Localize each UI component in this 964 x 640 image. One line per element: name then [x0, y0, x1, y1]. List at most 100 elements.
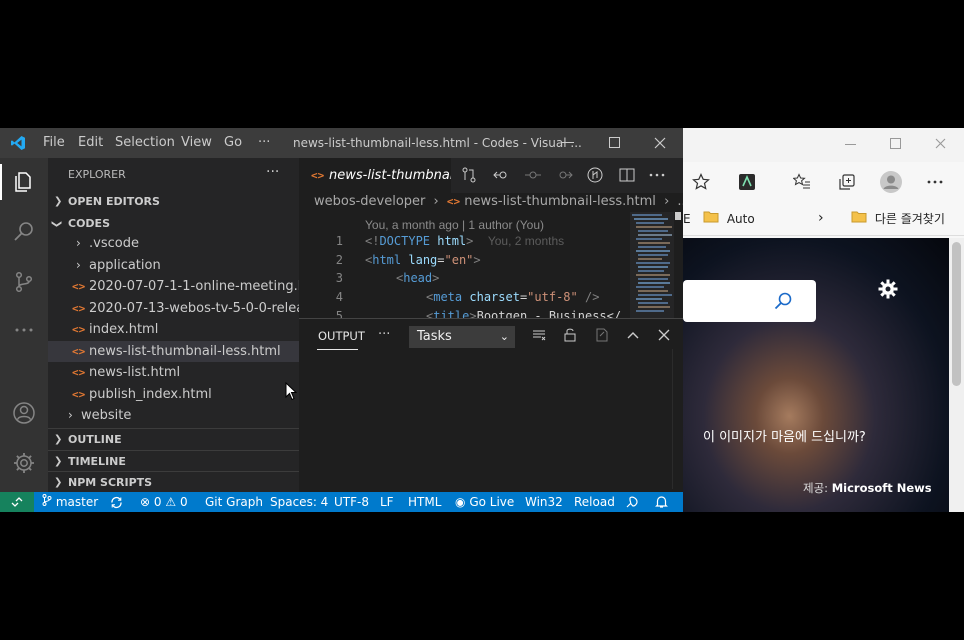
- html-file-icon: <>: [311, 169, 325, 182]
- collections-icon[interactable]: [838, 173, 856, 191]
- close-icon[interactable]: [654, 137, 666, 149]
- minimap[interactable]: [630, 212, 674, 318]
- settings-more-icon[interactable]: [927, 180, 943, 184]
- html-file-icon: <>: [72, 280, 86, 293]
- eol-status[interactable]: LF: [380, 492, 394, 512]
- remote-indicator[interactable]: [0, 492, 34, 512]
- tab-news-list-thumbnail-less[interactable]: <> news-list-thumbnail-less.html: [299, 158, 451, 193]
- edge-close-icon[interactable]: [935, 138, 946, 149]
- go-back-icon[interactable]: [492, 166, 510, 184]
- chevron-right-icon: ›: [433, 194, 439, 209]
- tree-folder-application[interactable]: › application: [48, 255, 299, 276]
- profile-avatar[interactable]: [879, 170, 903, 194]
- vscode-window: File Edit Selection View Go ··· news-lis…: [0, 128, 683, 512]
- tree-file-online-meeting[interactable]: <> 2020-07-07-1-1-online-meeting.html: [48, 276, 299, 297]
- html-file-icon: <>: [72, 388, 86, 401]
- go-live-button[interactable]: ◉ Go Live: [455, 492, 514, 512]
- page-settings-gear-icon[interactable]: [877, 278, 899, 300]
- tree-item-label: index.html: [89, 322, 159, 337]
- language-status[interactable]: HTML: [408, 492, 441, 512]
- feedback-icon[interactable]: [625, 495, 639, 509]
- section-outline[interactable]: ❯ OUTLINE: [48, 428, 299, 450]
- clear-output-icon[interactable]: [531, 327, 547, 343]
- platform-status[interactable]: Win32: [525, 492, 563, 512]
- reload-button[interactable]: Reload: [574, 492, 615, 512]
- edge-maximize-icon[interactable]: [890, 138, 901, 149]
- menu-view[interactable]: View: [181, 135, 212, 150]
- tree-file-news-list[interactable]: <> news-list.html: [48, 362, 299, 383]
- lock-icon[interactable]: [562, 327, 578, 343]
- section-open-editors[interactable]: ❯ OPEN EDITORS: [48, 191, 299, 213]
- extension-icon[interactable]: [738, 173, 756, 191]
- open-log-icon[interactable]: [594, 327, 610, 343]
- favorite-star-icon[interactable]: [692, 173, 710, 191]
- sync-icon[interactable]: [110, 496, 123, 509]
- favorite-auto[interactable]: Auto: [703, 210, 755, 226]
- tree-file-publish-index[interactable]: <> publish_index.html: [48, 384, 299, 405]
- tree-file-index[interactable]: <> index.html: [48, 319, 299, 340]
- source-control-icon[interactable]: [12, 270, 36, 294]
- open-changes-icon[interactable]: [460, 166, 478, 184]
- edge-minimize-icon[interactable]: [845, 144, 856, 146]
- git-graph-button[interactable]: Git Graph: [205, 492, 263, 512]
- indentation-status[interactable]: Spaces: 4: [270, 492, 328, 512]
- editor-scrollbar[interactable]: [674, 212, 683, 318]
- section-timeline[interactable]: ❯ TIMELINE: [48, 450, 299, 472]
- menu-selection[interactable]: Selection: [115, 135, 175, 150]
- split-editor-icon[interactable]: [618, 166, 636, 184]
- breadcrumb-folder[interactable]: webos-developer: [314, 194, 425, 209]
- git-lens-icon[interactable]: [586, 166, 604, 184]
- favorite-partial[interactable]: E: [683, 212, 691, 226]
- section-outline-label: OUTLINE: [68, 433, 122, 446]
- edge-scrollbar[interactable]: [949, 238, 964, 512]
- menu-edit[interactable]: Edit: [78, 135, 103, 150]
- go-forward-icon[interactable]: [556, 166, 574, 184]
- problems-status[interactable]: ⊗ 0 ⚠ 0: [140, 492, 188, 512]
- notifications-bell-icon[interactable]: [655, 495, 668, 509]
- chevron-right-icon: ›: [664, 194, 670, 209]
- search-icon[interactable]: [773, 291, 793, 311]
- chevron-up-icon[interactable]: [625, 327, 641, 343]
- explorer-more-button[interactable]: ···: [266, 164, 279, 180]
- section-codes[interactable]: ❯ CODES: [48, 213, 299, 235]
- chevron-right-icon: ❯: [54, 434, 63, 445]
- minimize-icon[interactable]: [562, 142, 574, 144]
- tree-file-news-list-thumbnail-less[interactable]: <> news-list-thumbnail-less.html: [48, 341, 299, 362]
- web-search-box[interactable]: [683, 280, 816, 322]
- menu-more[interactable]: ···: [258, 135, 270, 150]
- code-editor[interactable]: You, a month ago | 1 author (You) 1 <!DO…: [299, 214, 629, 318]
- explorer-icon[interactable]: [12, 170, 36, 194]
- tree-folder-website[interactable]: › website: [48, 405, 299, 426]
- editor-more-icon[interactable]: [648, 166, 666, 184]
- activity-bar: [0, 158, 48, 492]
- branch-status[interactable]: master: [42, 492, 98, 512]
- tree-folder-vscode[interactable]: › .vscode: [48, 233, 299, 254]
- close-panel-icon[interactable]: [656, 327, 672, 343]
- favorites-list-icon[interactable]: [793, 173, 811, 191]
- scrollbar-thumb[interactable]: [675, 212, 681, 220]
- more-views-icon[interactable]: [12, 318, 36, 342]
- line-number: 5: [335, 309, 343, 318]
- breadcrumb-file[interactable]: news-list-thumbnail-less.html: [464, 194, 656, 209]
- chevron-right-icon[interactable]: ›: [818, 210, 824, 226]
- settings-gear-icon[interactable]: [12, 451, 36, 475]
- encoding-status[interactable]: UTF-8: [334, 492, 369, 512]
- output-channel-select[interactable]: Tasks ⌄: [409, 326, 515, 348]
- git-blame-header[interactable]: You, a month ago | 1 author (You): [365, 218, 544, 232]
- menu-go[interactable]: Go: [224, 135, 242, 150]
- commit-icon[interactable]: [524, 166, 542, 184]
- accounts-icon[interactable]: [12, 401, 36, 425]
- section-npm-scripts[interactable]: ❯ NPM SCRIPTS: [48, 471, 299, 493]
- favorite-other[interactable]: 다른 즐겨찾기: [851, 210, 945, 227]
- menu-file[interactable]: File: [43, 135, 65, 150]
- panel-scrollbar[interactable]: [672, 349, 682, 489]
- tab-output[interactable]: OUTPUT: [318, 329, 365, 343]
- search-icon[interactable]: [12, 220, 36, 244]
- folder-icon: [703, 211, 719, 223]
- panel-more-button[interactable]: ···: [378, 327, 390, 342]
- edge-scrollbar-thumb[interactable]: [952, 242, 961, 386]
- maximize-icon[interactable]: [609, 137, 621, 149]
- provider-name[interactable]: Microsoft News: [832, 481, 932, 495]
- html-file-icon: <>: [72, 302, 86, 315]
- tree-file-webos-release[interactable]: <> 2020-07-13-webos-tv-5-0-0-releas...: [48, 298, 299, 319]
